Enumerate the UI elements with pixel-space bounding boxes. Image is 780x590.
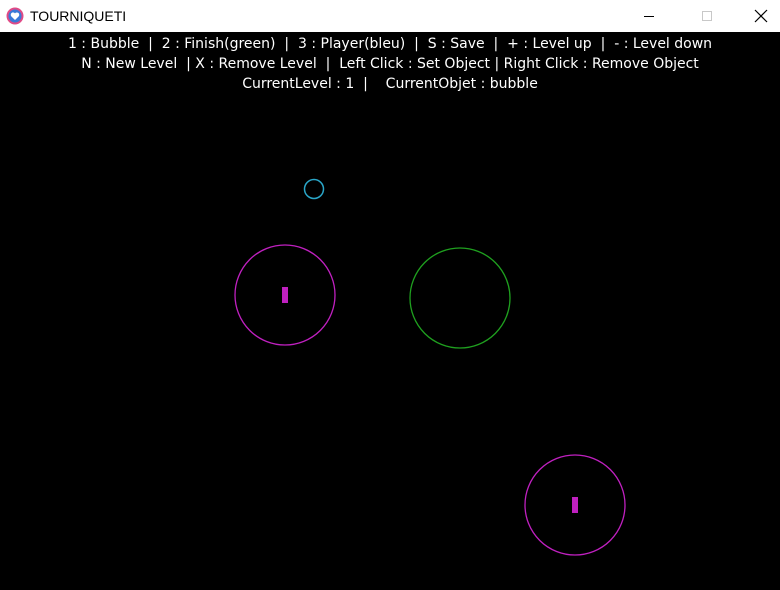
minimize-icon — [644, 16, 654, 17]
bubble-marker — [282, 287, 288, 303]
bubble-object[interactable] — [234, 244, 336, 346]
bubble-object[interactable] — [524, 454, 626, 556]
finish-object[interactable] — [409, 247, 511, 349]
close-icon — [754, 9, 768, 23]
close-button[interactable] — [742, 0, 780, 32]
maximize-button[interactable] — [684, 0, 730, 32]
level-editor-canvas[interactable]: 1 : Bubble | 2 : Finish(green) | 3 : Pla… — [0, 32, 780, 590]
player-object[interactable] — [303, 178, 325, 200]
bubble-marker — [572, 497, 578, 513]
window-titlebar[interactable]: TOURNIQUETI — [0, 0, 780, 32]
app-heart-icon — [6, 7, 24, 25]
window-title: TOURNIQUETI — [30, 8, 127, 24]
minimize-button[interactable] — [626, 0, 672, 32]
maximize-icon — [702, 11, 712, 21]
game-scene[interactable] — [0, 32, 780, 590]
